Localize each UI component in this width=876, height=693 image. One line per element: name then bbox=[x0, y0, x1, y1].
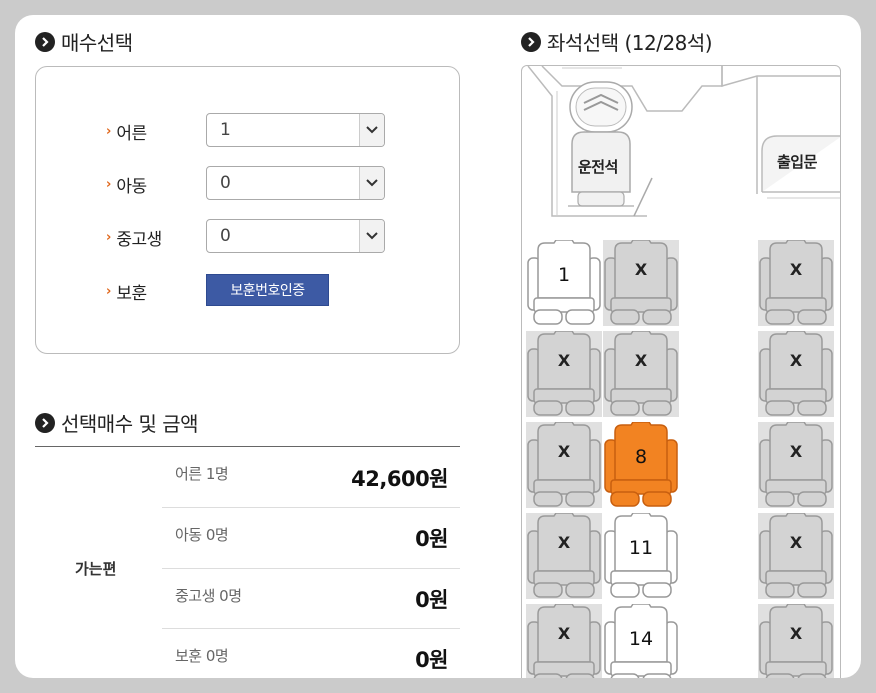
adult-summary-amount: 42,600원 bbox=[351, 467, 448, 491]
child-label: 아동 bbox=[116, 176, 147, 197]
seat-taken-mark: X bbox=[557, 351, 571, 370]
summary-table: 가는편 어른 1명 42,600원 아동 0명 0원 중고생 0명 0원 보훈 … bbox=[35, 446, 460, 672]
chevron-down-icon bbox=[359, 167, 384, 199]
child-count-value: 0 bbox=[220, 173, 231, 193]
student-count-select[interactable]: 0 bbox=[206, 219, 385, 253]
seat-number: 14 bbox=[628, 628, 654, 650]
veteran-label: 보훈 bbox=[116, 283, 147, 304]
seat-13: X bbox=[526, 603, 602, 678]
adult-count-select[interactable]: 1 bbox=[206, 113, 385, 147]
chevron-down-icon bbox=[359, 114, 384, 146]
seat-taken-mark: X bbox=[557, 442, 571, 461]
seat-taken-mark: X bbox=[634, 351, 648, 370]
seat-selection-heading: 좌석선택 (12/28석) bbox=[521, 27, 713, 56]
driver-seat-label: 운전석 bbox=[578, 158, 618, 176]
student-row: › 중고생 bbox=[106, 220, 198, 254]
adult-row: › 어른 bbox=[106, 114, 198, 148]
student-label: 중고생 bbox=[116, 229, 162, 250]
seat-taken-mark: X bbox=[789, 442, 803, 461]
seat-icon bbox=[604, 239, 678, 325]
divider bbox=[162, 568, 460, 569]
arrow-circle-icon bbox=[35, 412, 55, 433]
seat-selection-title: 좌석선택 (12/28석) bbox=[547, 31, 713, 55]
seat-icon bbox=[759, 512, 833, 598]
veteran-verify-button[interactable]: 보훈번호인증 bbox=[206, 274, 329, 306]
chevron-right-icon: › bbox=[106, 229, 112, 245]
bus-seat-map: 운전석 출입문 1 X X X X X X 8 X X 11 X X 14 X bbox=[521, 65, 841, 678]
child-summary-amount: 0원 bbox=[415, 527, 448, 551]
ticket-count-title: 매수선택 bbox=[61, 31, 133, 55]
chevron-right-icon: › bbox=[106, 283, 112, 299]
divider bbox=[162, 628, 460, 629]
adult-label: 어른 bbox=[116, 123, 147, 144]
seat-number: 11 bbox=[628, 537, 654, 559]
seat-1[interactable]: 1 bbox=[526, 239, 602, 326]
seat-11[interactable]: 11 bbox=[603, 512, 679, 599]
seat-icon bbox=[527, 512, 601, 598]
chevron-down-icon bbox=[359, 220, 384, 252]
seat-8[interactable]: 8 bbox=[603, 421, 679, 508]
seat-7: X bbox=[526, 421, 602, 508]
seat-icon bbox=[759, 421, 833, 507]
seat-taken-mark: X bbox=[789, 533, 803, 552]
summary-title: 선택매수 및 금액 bbox=[61, 412, 199, 436]
seat-icon bbox=[527, 421, 601, 507]
reservation-panel: 매수선택 › 어른 1 › 아동 0 › 중고생 0 › 보훈 보훈번호인증 선… bbox=[15, 15, 861, 678]
seat-5: X bbox=[603, 330, 679, 417]
divider bbox=[162, 507, 460, 508]
arrow-circle-icon bbox=[35, 31, 55, 52]
chevron-right-icon: › bbox=[106, 123, 112, 139]
door-label: 출입문 bbox=[777, 153, 817, 171]
veteran-summary-label: 보훈 0명 bbox=[175, 647, 229, 665]
chevron-right-icon: › bbox=[106, 176, 112, 192]
seat-number: 8 bbox=[634, 446, 648, 468]
ticket-count-heading: 매수선택 bbox=[35, 27, 133, 56]
child-count-select[interactable]: 0 bbox=[206, 166, 385, 200]
seat-icon bbox=[759, 239, 833, 325]
adult-count-value: 1 bbox=[220, 120, 231, 140]
seat-taken-mark: X bbox=[789, 260, 803, 279]
student-summary-amount: 0원 bbox=[415, 588, 448, 612]
seat-9: X bbox=[758, 421, 834, 508]
seat-number: 1 bbox=[557, 264, 571, 286]
seat-2: X bbox=[603, 239, 679, 326]
student-summary-label: 중고생 0명 bbox=[175, 587, 242, 605]
ticket-count-box: › 어른 1 › 아동 0 › 중고생 0 › 보훈 보훈번호인증 bbox=[35, 66, 460, 354]
adult-summary-label: 어른 1명 bbox=[175, 465, 229, 483]
child-row: › 아동 bbox=[106, 167, 198, 201]
seat-10: X bbox=[526, 512, 602, 599]
seat-15: X bbox=[758, 603, 834, 678]
route-label: 가는편 bbox=[75, 560, 117, 578]
child-summary-label: 아동 0명 bbox=[175, 526, 229, 544]
seat-14[interactable]: 14 bbox=[603, 603, 679, 678]
seat-6: X bbox=[758, 330, 834, 417]
bus-front-drawing bbox=[527, 66, 840, 217]
arrow-circle-icon bbox=[521, 31, 541, 52]
seat-12: X bbox=[758, 512, 834, 599]
seat-icon bbox=[604, 330, 678, 416]
student-count-value: 0 bbox=[220, 226, 231, 246]
seat-3: X bbox=[758, 239, 834, 326]
seat-icon bbox=[759, 330, 833, 416]
summary-heading: 선택매수 및 금액 bbox=[35, 408, 199, 437]
seat-taken-mark: X bbox=[557, 533, 571, 552]
seat-icon bbox=[527, 330, 601, 416]
seat-taken-mark: X bbox=[789, 624, 803, 643]
seat-taken-mark: X bbox=[557, 624, 571, 643]
seat-taken-mark: X bbox=[634, 260, 648, 279]
seat-4: X bbox=[526, 330, 602, 417]
seat-taken-mark: X bbox=[789, 351, 803, 370]
veteran-row: › 보훈 bbox=[106, 274, 198, 308]
veteran-summary-amount: 0원 bbox=[415, 648, 448, 672]
